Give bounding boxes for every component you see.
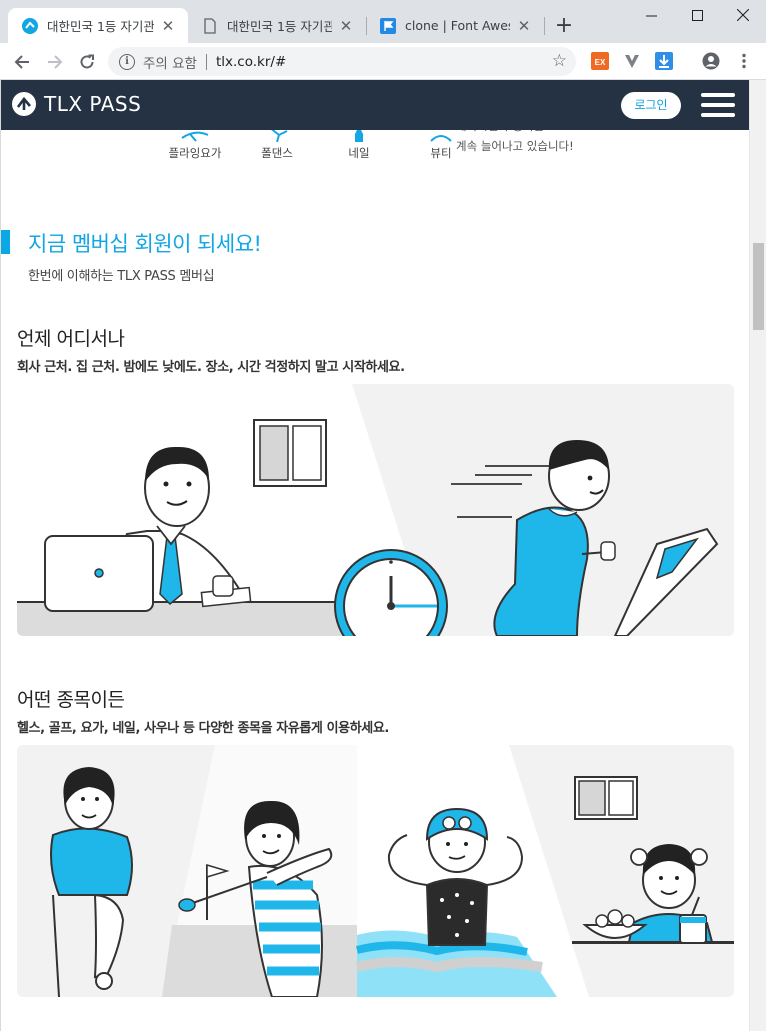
- tlx-pass-logo[interactable]: TLX PASS: [12, 92, 141, 116]
- browser-menu-dots-icon[interactable]: [735, 52, 753, 70]
- any-sport-illustration: [17, 745, 734, 997]
- url-text[interactable]: tlx.co.kr/#: [216, 54, 286, 70]
- bookmark-star-icon[interactable]: ☆: [552, 51, 567, 71]
- tab-separator: [544, 17, 545, 35]
- category-label: 폴댄스: [261, 146, 293, 160]
- browser-tab-strip: 대한민국 1등 자기관리 ✕ 대한민국 1등 자기관리 ✕ clone | Fo…: [0, 0, 766, 43]
- tab-close-icon[interactable]: ✕: [160, 18, 176, 34]
- page-scrollbar[interactable]: [749, 80, 766, 1031]
- anytime-anywhere-illustration: [17, 384, 734, 636]
- tab-close-icon[interactable]: ✕: [516, 18, 532, 34]
- hamburger-menu-icon[interactable]: [701, 93, 735, 117]
- forward-arrow-icon[interactable]: [42, 49, 68, 75]
- category-label: 플라잉요가: [168, 146, 222, 160]
- minimize-icon[interactable]: [628, 0, 674, 30]
- section-accent-bar: [1, 230, 10, 254]
- feature-desc-text: 헬스, 골프, 요가, 네일, 사우나 등: [17, 721, 199, 736]
- tab-title: 대한민국 1등 자기관리: [227, 19, 332, 34]
- font-awesome-flag-icon: [380, 17, 396, 34]
- page-favicon-icon: [202, 17, 218, 34]
- scrollbar-thumb[interactable]: [753, 243, 764, 330]
- feature-title: 언제 어디서나: [17, 328, 125, 350]
- tab-title: clone | Font Awesome: [405, 18, 510, 33]
- tlx-favicon-icon: [22, 17, 38, 34]
- feature-desc-text: 회사 근처. 집 근처. 밤에도 낮에도. 장소, 시간 걱정하지 말고 시작하…: [17, 360, 405, 375]
- svg-text:EX: EX: [595, 58, 606, 67]
- logo-text: TLX PASS: [44, 92, 142, 116]
- reload-icon[interactable]: [74, 49, 100, 75]
- profile-avatar-icon[interactable]: [702, 52, 720, 70]
- extension-download-icon[interactable]: [655, 52, 673, 70]
- extension-vee-icon[interactable]: [623, 52, 641, 70]
- close-window-icon[interactable]: [720, 0, 766, 30]
- feature-desc: 회사 근처. 집 근처. 밤에도 낮에도. 장소, 시간 걱정하지 말고 시작하…: [17, 356, 405, 375]
- new-tab-plus-icon[interactable]: +: [551, 14, 577, 40]
- browser-tab[interactable]: clone | Font Awesome ✕: [366, 8, 544, 43]
- address-bar[interactable]: i 주의 요함 tlx.co.kr/# ☆: [108, 47, 576, 76]
- login-button[interactable]: 로그인: [621, 92, 681, 119]
- extension-orange-icon[interactable]: EX: [591, 52, 609, 70]
- maximize-icon[interactable]: [674, 0, 720, 30]
- site-header: TLX PASS 로그인: [1, 80, 749, 130]
- category-note-line2: 계속 늘어나고 있습니다!: [456, 139, 574, 153]
- page-viewport: TLX PASS 로그인 플라잉요가 폴댄스 네일 뷰티 계속 늘어나고 있습니…: [0, 80, 749, 1031]
- omnibox-divider: [205, 53, 207, 70]
- feature-desc-highlight: 다양한 종목을 자유롭게 이용하세요.: [198, 721, 390, 736]
- tab-close-icon[interactable]: ✕: [338, 18, 354, 34]
- tab-title: 대한민국 1등 자기관리: [47, 19, 154, 34]
- browser-toolbar: i 주의 요함 tlx.co.kr/# ☆ EX: [0, 43, 766, 80]
- tlx-logo-mark-icon: [12, 92, 36, 116]
- browser-tab[interactable]: 대한민국 1등 자기관리 ✕: [8, 8, 188, 43]
- membership-subtitle: 한번에 이해하는 TLX PASS 멤버십: [28, 269, 215, 284]
- back-arrow-icon[interactable]: [9, 49, 35, 75]
- category-label: 네일: [348, 146, 370, 160]
- feature-desc: 헬스, 골프, 요가, 네일, 사우나 등 다양한 종목을 자유롭게 이용하세요…: [17, 717, 389, 736]
- info-icon[interactable]: i: [119, 53, 135, 70]
- feature-title: 어떤 종목이든: [17, 689, 125, 711]
- security-label: 주의 요함: [143, 55, 197, 72]
- membership-title: 지금 멤버십 회원이 되세요!: [28, 232, 262, 256]
- browser-tab[interactable]: 대한민국 1등 자기관리 ✕: [188, 8, 366, 43]
